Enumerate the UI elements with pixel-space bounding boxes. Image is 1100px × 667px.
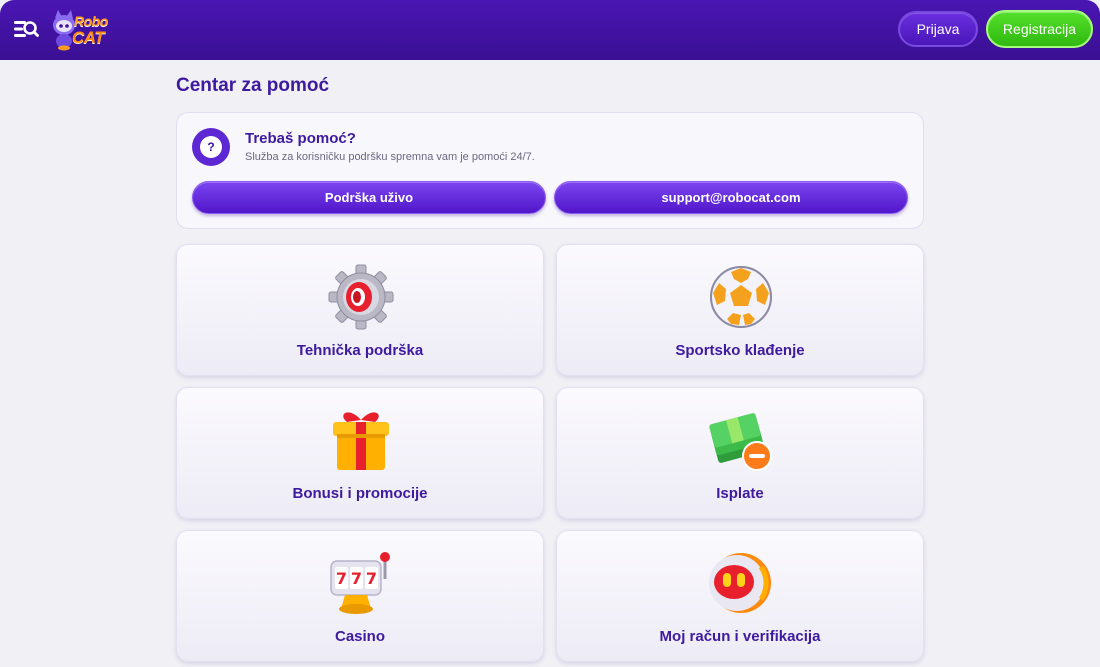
help-panel: ? Trebaš pomoć? Služba za korisničku pod… bbox=[176, 112, 924, 229]
category-label: Bonusi i promocije bbox=[292, 485, 428, 502]
question-icon: ? bbox=[192, 128, 230, 166]
help-subtitle: Služba za korisničku podršku spremna vam… bbox=[245, 151, 535, 163]
register-button[interactable]: Registracija bbox=[986, 10, 1093, 48]
category-label: Sportsko klađenje bbox=[675, 342, 805, 359]
robocat-logo[interactable]: Robo CAT bbox=[50, 9, 118, 51]
live-support-button[interactable]: Podrška uživo bbox=[192, 181, 546, 214]
logo-text-robo: Robo bbox=[74, 13, 108, 29]
category-card-my-account[interactable]: Moj račun i verifikacija bbox=[556, 530, 924, 662]
question-icon-glyph: ? bbox=[200, 136, 222, 158]
robot-account-icon bbox=[707, 549, 775, 617]
soccer-ball-icon bbox=[707, 263, 775, 331]
slot-machine-icon: 7 7 7 bbox=[327, 549, 395, 617]
email-support-button[interactable]: support@robocat.com bbox=[554, 181, 908, 214]
login-button[interactable]: Prijava bbox=[898, 11, 978, 47]
gift-icon bbox=[327, 406, 395, 474]
category-card-withdrawals[interactable]: Isplate bbox=[556, 387, 924, 519]
category-card-casino[interactable]: 7 7 7 Casino bbox=[176, 530, 544, 662]
page-title: Centar za pomoć bbox=[176, 75, 330, 96]
category-card-technical-support[interactable]: Tehnička podrška bbox=[176, 244, 544, 376]
top-bar: Robo CAT Prijava Registracija bbox=[0, 0, 1100, 60]
category-label: Tehnička podrška bbox=[296, 342, 424, 359]
category-label: Isplate bbox=[716, 485, 764, 502]
gear-icon bbox=[327, 263, 395, 331]
menu-search-icon[interactable] bbox=[12, 16, 40, 42]
svg-text:7: 7 bbox=[351, 569, 362, 588]
help-title: Trebaš pomoć? bbox=[245, 130, 356, 147]
svg-text:7: 7 bbox=[336, 569, 347, 588]
category-card-bonuses[interactable]: Bonusi i promocije bbox=[176, 387, 544, 519]
cash-withdraw-icon bbox=[707, 406, 775, 474]
category-label: Casino bbox=[334, 628, 385, 645]
category-card-sports-betting[interactable]: Sportsko klađenje bbox=[556, 244, 924, 376]
category-label: Moj račun i verifikacija bbox=[659, 628, 821, 645]
svg-text:7: 7 bbox=[366, 569, 377, 588]
logo-text-cat: CAT bbox=[72, 28, 105, 47]
